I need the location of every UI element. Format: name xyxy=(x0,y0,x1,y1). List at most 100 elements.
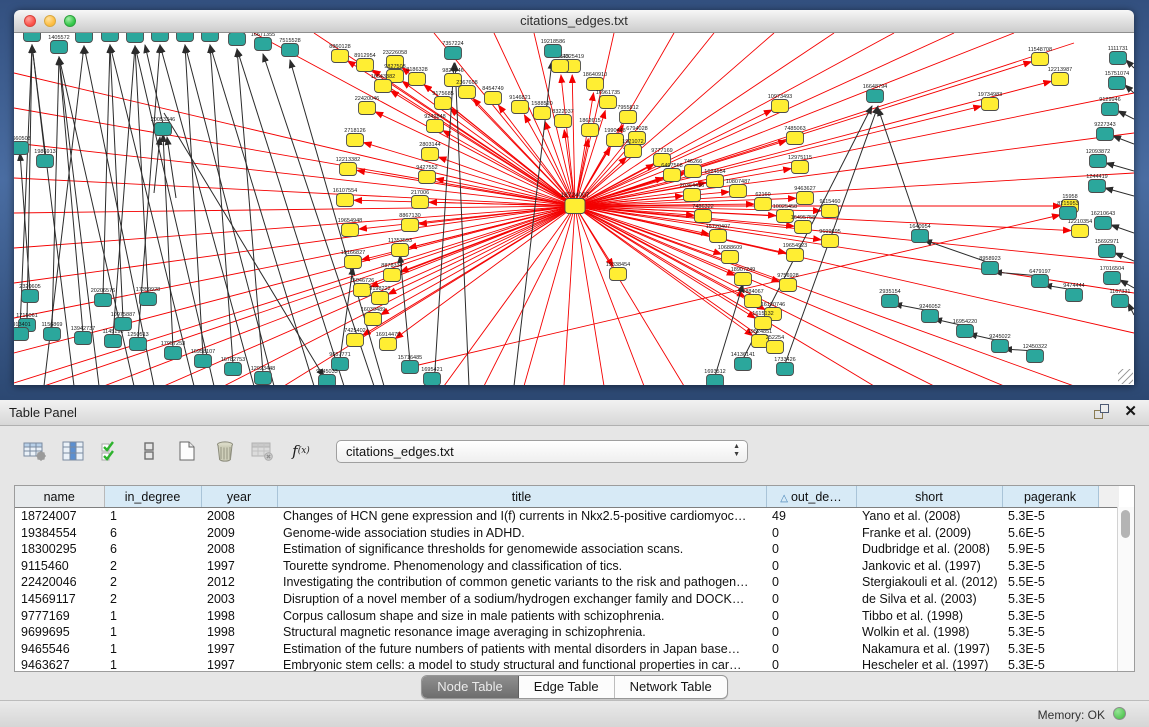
graph-node[interactable] xyxy=(792,161,809,174)
graph-node[interactable] xyxy=(912,230,929,243)
table-row[interactable]: 1456911722003Disruption of a novel membe… xyxy=(15,591,1119,608)
graph-node[interactable] xyxy=(767,341,784,354)
select-all-icon[interactable] xyxy=(96,437,126,465)
graph-node[interactable] xyxy=(512,101,529,114)
graph-node[interactable] xyxy=(735,358,752,371)
graph-node[interactable] xyxy=(51,41,68,54)
graph-node[interactable] xyxy=(722,251,739,264)
graph-node[interactable] xyxy=(1097,128,1114,141)
table-cell[interactable]: Corpus callosum shape and size in male p… xyxy=(277,608,766,625)
graph-node[interactable] xyxy=(735,273,752,286)
table-cell[interactable]: 5.3E-5 xyxy=(1002,508,1098,525)
graph-node[interactable] xyxy=(552,60,569,73)
table-cell[interactable]: 0 xyxy=(766,558,856,575)
table-cell[interactable]: 14569117 xyxy=(15,591,104,608)
table-cell[interactable]: 0 xyxy=(766,574,856,591)
memory-status-icon[interactable] xyxy=(1113,707,1126,720)
graph-node[interactable] xyxy=(755,317,772,330)
graph-node[interactable] xyxy=(427,120,444,133)
network-table-select[interactable]: citations_edges.txt ▲▼ xyxy=(336,440,748,463)
table-cell[interactable]: 6 xyxy=(104,525,201,542)
table-cell[interactable]: 9777169 xyxy=(15,608,104,625)
graph-node[interactable] xyxy=(332,50,349,63)
graph-node[interactable] xyxy=(882,295,899,308)
graph-node[interactable] xyxy=(1112,295,1129,308)
graph-node[interactable] xyxy=(76,33,93,43)
column-header-in-degree[interactable]: in_degree xyxy=(104,486,201,508)
graph-node[interactable] xyxy=(710,230,727,243)
graph-node[interactable] xyxy=(345,256,362,269)
graph-node[interactable] xyxy=(282,44,299,57)
table-row[interactable]: 1938455462009Genome-wide association stu… xyxy=(15,525,1119,542)
graph-node[interactable] xyxy=(392,244,409,257)
table-cell[interactable]: Franke et al. (2009) xyxy=(856,525,1002,542)
graph-node[interactable] xyxy=(485,92,502,105)
graph-node[interactable] xyxy=(1090,155,1107,168)
table-cell[interactable]: Nakamura et al. (1997) xyxy=(856,641,1002,658)
column-header-title[interactable]: title xyxy=(277,486,766,508)
float-window-icon[interactable] xyxy=(1094,404,1109,419)
table-cell[interactable]: Tourette syndrome. Phenomenology and cla… xyxy=(277,558,766,575)
table-cell[interactable]: 2 xyxy=(104,574,201,591)
graph-node[interactable] xyxy=(600,96,617,109)
graph-node[interactable] xyxy=(202,33,219,42)
graph-node[interactable] xyxy=(745,295,762,308)
graph-node[interactable] xyxy=(229,33,246,46)
table-cell[interactable]: Embryonic stem cells: a model to study s… xyxy=(277,657,766,672)
column-header-pagerank[interactable]: pagerank xyxy=(1002,486,1098,508)
table-row[interactable]: 911546021997Tourette syndrome. Phenomeno… xyxy=(15,558,1119,575)
table-cell[interactable]: 5.6E-5 xyxy=(1002,525,1098,542)
close-light[interactable] xyxy=(24,15,36,27)
graph-node[interactable] xyxy=(14,142,29,155)
table-cell[interactable]: 0 xyxy=(766,657,856,672)
table-cell[interactable]: 19384554 xyxy=(15,525,104,542)
graph-node[interactable] xyxy=(1066,289,1083,302)
table-settings-icon[interactable] xyxy=(20,437,50,465)
graph-node[interactable] xyxy=(359,102,376,115)
graph-node[interactable] xyxy=(992,340,1009,353)
graph-node[interactable] xyxy=(372,292,389,305)
column-header-short[interactable]: short xyxy=(856,486,1002,508)
graph-node[interactable] xyxy=(1104,272,1121,285)
table-cell[interactable]: 0 xyxy=(766,591,856,608)
table-cell[interactable]: 18724007 xyxy=(15,508,104,525)
table-cell[interactable]: 2008 xyxy=(201,508,277,525)
table-cell[interactable]: 5.3E-5 xyxy=(1002,608,1098,625)
graph-node[interactable] xyxy=(340,163,357,176)
graph-node[interactable] xyxy=(225,363,242,376)
table-row[interactable]: 946554611997Estimation of the future num… xyxy=(15,641,1119,658)
graph-node[interactable] xyxy=(337,194,354,207)
graph-node[interactable] xyxy=(75,332,92,345)
graph-node[interactable] xyxy=(1109,77,1126,90)
graph-node[interactable] xyxy=(402,219,419,232)
table-cell[interactable]: Stergiakouli et al. (2012) xyxy=(856,574,1002,591)
table-cell[interactable]: 1997 xyxy=(201,558,277,575)
graph-hub-node[interactable] xyxy=(565,199,585,214)
table-cell[interactable]: Hescheler et al. (1997) xyxy=(856,657,1002,672)
graph-node[interactable] xyxy=(1032,275,1049,288)
graph-node[interactable] xyxy=(95,294,112,307)
row-height-icon[interactable] xyxy=(134,437,164,465)
table-scrollbar-thumb[interactable] xyxy=(1121,510,1130,538)
graph-node[interactable] xyxy=(780,279,797,292)
graph-node[interactable] xyxy=(127,33,144,43)
zoom-light[interactable] xyxy=(64,15,76,27)
graph-node[interactable] xyxy=(319,375,336,386)
tab-node-table[interactable]: Node Table xyxy=(422,676,519,698)
table-row[interactable]: 946362711997Embryonic stem cells: a mode… xyxy=(15,657,1119,672)
table-cell[interactable]: 0 xyxy=(766,541,856,558)
table-cell[interactable]: 1997 xyxy=(201,657,277,672)
tab-edge-table[interactable]: Edge Table xyxy=(519,676,615,698)
table-cell[interactable]: Genome-wide association studies in ADHD. xyxy=(277,525,766,542)
graph-node[interactable] xyxy=(255,38,272,51)
table-cell[interactable]: 5.3E-5 xyxy=(1002,558,1098,575)
graph-node[interactable] xyxy=(620,111,637,124)
graph-node[interactable] xyxy=(1027,350,1044,363)
graph-node[interactable] xyxy=(102,33,119,42)
network-canvas[interactable]: 1872400788601288912954232260589827508165… xyxy=(14,33,1134,385)
table-row[interactable]: 969969511998Structural magnetic resonanc… xyxy=(15,624,1119,641)
table-cell[interactable]: Estimation of significance thresholds fo… xyxy=(277,541,766,558)
graph-node[interactable] xyxy=(867,90,884,103)
graph-node[interactable] xyxy=(435,97,452,110)
minimize-light[interactable] xyxy=(44,15,56,27)
